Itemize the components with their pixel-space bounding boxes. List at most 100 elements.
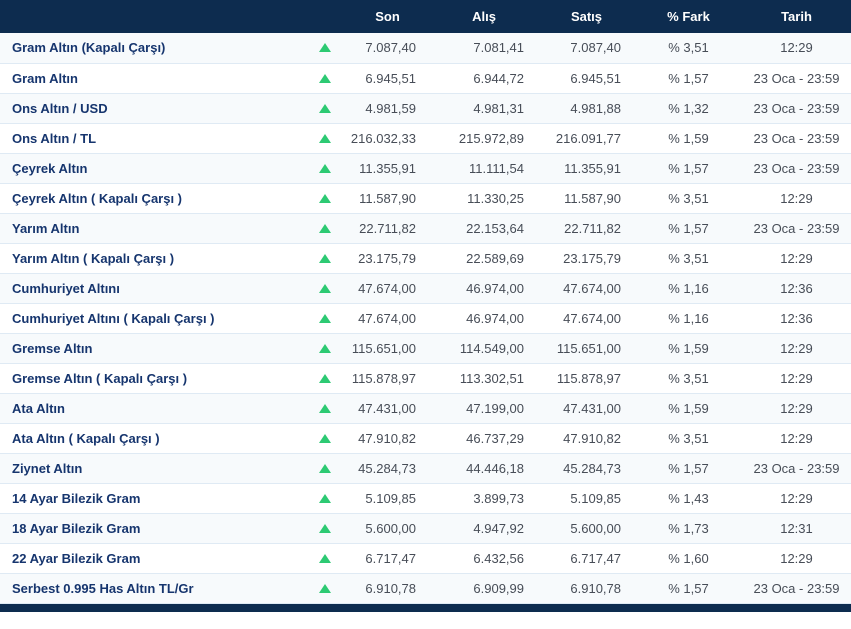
instrument-name[interactable]: Cumhuriyet Altını — [0, 273, 305, 304]
table-row[interactable]: 14 Ayar Bilezik Gram 5.109,85 3.899,73 5… — [0, 483, 851, 514]
fark-value: % 3,51 — [635, 33, 742, 64]
table-row[interactable]: Çeyrek Altın ( Kapalı Çarşı ) 11.587,90 … — [0, 183, 851, 214]
son-value: 6.717,47 — [345, 543, 430, 574]
son-value: 47.674,00 — [345, 303, 430, 334]
alis-value: 4.947,92 — [430, 513, 538, 544]
trend-cell — [305, 333, 345, 364]
son-value: 22.711,82 — [345, 213, 430, 244]
fark-value: % 1,57 — [635, 153, 742, 184]
son-value: 45.284,73 — [345, 453, 430, 484]
son-value: 115.878,97 — [345, 363, 430, 394]
fark-value: % 1,59 — [635, 123, 742, 154]
instrument-name[interactable]: Ziynet Altın — [0, 453, 305, 484]
alis-value: 22.589,69 — [430, 243, 538, 274]
table-row[interactable]: Yarım Altın 22.711,82 22.153,64 22.711,8… — [0, 213, 851, 244]
table-row[interactable]: Yarım Altın ( Kapalı Çarşı ) 23.175,79 2… — [0, 243, 851, 274]
col-header-tarih: Tarih — [742, 0, 851, 33]
instrument-name[interactable]: Ata Altın — [0, 393, 305, 424]
tarih-value: 23 Oca - 23:59 — [742, 573, 851, 604]
satis-value: 6.945,51 — [538, 63, 635, 94]
instrument-name[interactable]: 14 Ayar Bilezik Gram — [0, 483, 305, 514]
alis-value: 11.111,54 — [430, 153, 538, 184]
alis-value: 114.549,00 — [430, 333, 538, 364]
table-row[interactable]: Gremse Altın ( Kapalı Çarşı ) 115.878,97… — [0, 363, 851, 394]
trend-cell — [305, 183, 345, 214]
alis-value: 6.944,72 — [430, 63, 538, 94]
tarih-value: 12:29 — [742, 333, 851, 364]
fark-value: % 1,16 — [635, 273, 742, 304]
instrument-name[interactable]: Gremse Altın — [0, 333, 305, 364]
instrument-name[interactable]: 18 Ayar Bilezik Gram — [0, 513, 305, 544]
trend-cell — [305, 423, 345, 454]
table-row[interactable]: Cumhuriyet Altını 47.674,00 46.974,00 47… — [0, 273, 851, 304]
table-row[interactable]: Cumhuriyet Altını ( Kapalı Çarşı ) 47.67… — [0, 303, 851, 334]
gold-table-body: Gram Altın (Kapalı Çarşı) 7.087,40 7.081… — [0, 33, 851, 604]
satis-value: 11.587,90 — [538, 183, 635, 214]
table-row[interactable]: 22 Ayar Bilezik Gram 6.717,47 6.432,56 6… — [0, 543, 851, 574]
table-row[interactable]: Ons Altın / TL 216.032,33 215.972,89 216… — [0, 123, 851, 154]
son-value: 6.910,78 — [345, 573, 430, 604]
table-row[interactable]: Gremse Altın 115.651,00 114.549,00 115.6… — [0, 333, 851, 364]
up-arrow-icon — [319, 73, 331, 83]
instrument-name[interactable]: Gram Altın (Kapalı Çarşı) — [0, 33, 305, 64]
col-header-trend — [305, 0, 345, 33]
table-row[interactable]: Ata Altın ( Kapalı Çarşı ) 47.910,82 46.… — [0, 423, 851, 454]
up-arrow-icon — [319, 493, 331, 503]
up-arrow-icon — [319, 523, 331, 533]
up-arrow-icon — [319, 223, 331, 233]
instrument-name[interactable]: Çeyrek Altın ( Kapalı Çarşı ) — [0, 183, 305, 214]
instrument-name[interactable]: Cumhuriyet Altını ( Kapalı Çarşı ) — [0, 303, 305, 334]
instrument-name[interactable]: 22 Ayar Bilezik Gram — [0, 543, 305, 574]
trend-cell — [305, 33, 345, 64]
instrument-name[interactable]: Ons Altın / TL — [0, 123, 305, 154]
instrument-name[interactable]: Serbest 0.995 Has Altın TL/Gr — [0, 573, 305, 604]
alis-value: 22.153,64 — [430, 213, 538, 244]
instrument-name[interactable]: Çeyrek Altın — [0, 153, 305, 184]
alis-value: 6.432,56 — [430, 543, 538, 574]
satis-value: 47.674,00 — [538, 273, 635, 304]
col-header-alis: Alış — [430, 0, 538, 33]
son-value: 47.910,82 — [345, 423, 430, 454]
gold-prices-table: Son Alış Satış % Fark Tarih Gram Altın (… — [0, 0, 851, 604]
satis-value: 22.711,82 — [538, 213, 635, 244]
fark-value: % 1,57 — [635, 213, 742, 244]
tarih-value: 12:29 — [742, 543, 851, 574]
fark-value: % 1,57 — [635, 63, 742, 94]
instrument-name[interactable]: Gram Altın — [0, 63, 305, 94]
alis-value: 46.974,00 — [430, 273, 538, 304]
tarih-value: 23 Oca - 23:59 — [742, 123, 851, 154]
fark-value: % 1,59 — [635, 333, 742, 364]
table-row[interactable]: Serbest 0.995 Has Altın TL/Gr 6.910,78 6… — [0, 573, 851, 604]
up-arrow-icon — [319, 43, 331, 53]
up-arrow-icon — [319, 553, 331, 563]
table-row[interactable]: 18 Ayar Bilezik Gram 5.600,00 4.947,92 5… — [0, 513, 851, 544]
up-arrow-icon — [319, 283, 331, 293]
up-arrow-icon — [319, 103, 331, 113]
fark-value: % 3,51 — [635, 423, 742, 454]
trend-cell — [305, 513, 345, 544]
instrument-name[interactable]: Gremse Altın ( Kapalı Çarşı ) — [0, 363, 305, 394]
trend-cell — [305, 243, 345, 274]
satis-value: 115.878,97 — [538, 363, 635, 394]
son-value: 6.945,51 — [345, 63, 430, 94]
table-row[interactable]: Ons Altın / USD 4.981,59 4.981,31 4.981,… — [0, 93, 851, 124]
up-arrow-icon — [319, 403, 331, 413]
instrument-name[interactable]: Yarım Altın ( Kapalı Çarşı ) — [0, 243, 305, 274]
son-value: 216.032,33 — [345, 123, 430, 154]
table-row[interactable]: Ziynet Altın 45.284,73 44.446,18 45.284,… — [0, 453, 851, 484]
trend-cell — [305, 393, 345, 424]
up-arrow-icon — [319, 133, 331, 143]
instrument-name[interactable]: Ata Altın ( Kapalı Çarşı ) — [0, 423, 305, 454]
up-arrow-icon — [319, 163, 331, 173]
trend-cell — [305, 63, 345, 94]
table-row[interactable]: Gram Altın (Kapalı Çarşı) 7.087,40 7.081… — [0, 33, 851, 64]
fark-value: % 3,51 — [635, 243, 742, 274]
alis-value: 46.737,29 — [430, 423, 538, 454]
instrument-name[interactable]: Yarım Altın — [0, 213, 305, 244]
table-row[interactable]: Çeyrek Altın 11.355,91 11.111,54 11.355,… — [0, 153, 851, 184]
table-row[interactable]: Ata Altın 47.431,00 47.199,00 47.431,00 … — [0, 393, 851, 424]
tarih-value: 23 Oca - 23:59 — [742, 63, 851, 94]
table-row[interactable]: Gram Altın 6.945,51 6.944,72 6.945,51 % … — [0, 63, 851, 94]
instrument-name[interactable]: Ons Altın / USD — [0, 93, 305, 124]
col-header-son: Son — [345, 0, 430, 33]
